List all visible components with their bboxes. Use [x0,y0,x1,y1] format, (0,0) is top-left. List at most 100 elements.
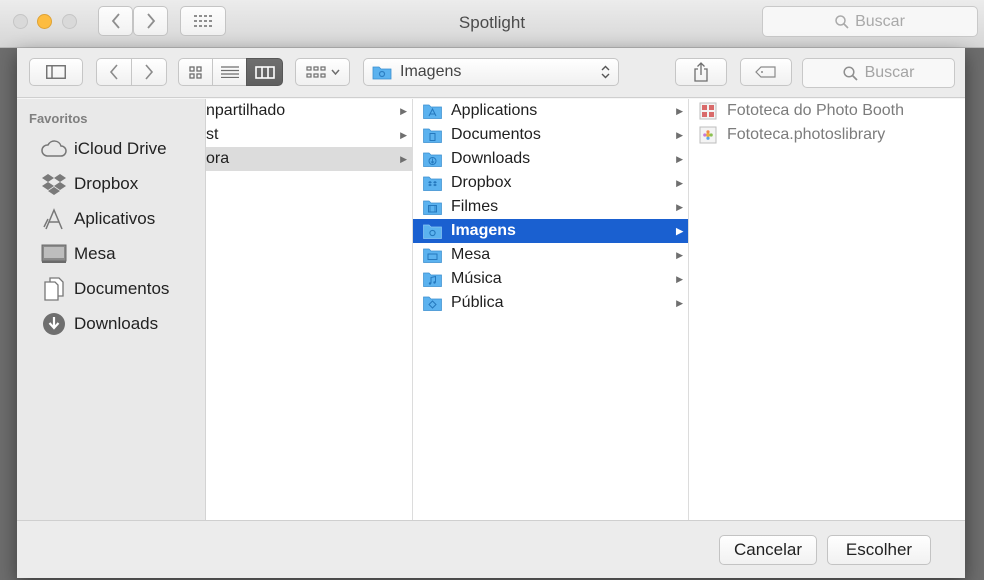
downloads-icon [41,311,67,337]
disclosure-arrow-icon: ▶ [676,201,683,212]
list-item-label: Fototeca do Photo Booth [727,102,905,119]
up-down-chevron-icon [601,65,610,79]
arrange-popup-button[interactable] [295,58,350,86]
open-panel-sheet: Imagens Buscar Favoritos iCloud Drive Dr… [17,48,965,578]
location-label: Imagens [400,63,462,80]
sidebar: Favoritos iCloud Drive Dropbox Aplicativ… [17,99,206,520]
toggle-sidebar-button[interactable] [29,58,83,86]
list-item-label: Documentos [451,126,541,143]
disclosure-arrow-icon: ▶ [676,129,683,140]
list-item-label: npartilhado [206,102,286,119]
documents-folder-icon [423,128,442,143]
view-columns-button[interactable] [246,58,283,86]
list-item[interactable]: Pública ▶ [413,291,688,315]
sidebar-item-mesa[interactable]: Mesa [17,239,205,269]
sidebar-item-label: Dropbox [74,174,139,193]
search-placeholder: Buscar [864,64,915,81]
dropbox-folder-icon [423,176,442,191]
arrange-icon [305,65,326,78]
tag-icon [755,66,776,78]
sidebar-item-label: Downloads [74,314,159,333]
chevron-left-icon [109,64,118,80]
window-titlebar: Spotlight Buscar [0,0,984,48]
sidebar-item-icloud-drive[interactable]: iCloud Drive [17,134,205,164]
downloads-folder-icon [423,152,442,167]
list-view-icon [220,66,239,78]
list-item[interactable]: Downloads ▶ [413,147,688,171]
desktop-folder-icon [423,248,442,263]
pictures-folder-icon [423,224,442,239]
sidebar-item-label: Aplicativos [74,209,156,228]
icon-view-icon [189,65,202,79]
panel-footer: Cancelar Escolher [17,520,965,578]
desktop-icon [41,241,67,267]
window-search-field[interactable]: Buscar [762,6,978,37]
cloud-icon [41,136,67,162]
view-icons-button[interactable] [178,58,213,86]
list-item[interactable]: st ▶ [206,123,412,147]
list-item-label: Dropbox [451,174,512,191]
sidebar-item-dropbox[interactable]: Dropbox [17,169,205,199]
music-folder-icon [423,272,442,287]
list-item[interactable]: Mesa ▶ [413,243,688,267]
applications-folder-icon [423,104,442,119]
browser-column-3[interactable]: Fototeca do Photo Booth Fototeca.photosl… [689,99,965,520]
public-folder-icon [423,296,442,311]
disclosure-arrow-icon: ▶ [676,273,683,284]
documents-icon [41,276,67,302]
list-item-label: Fototeca.photoslibrary [727,126,886,143]
browser-column-2[interactable]: Applications ▶ Documentos ▶ Downloads ▶ … [413,99,689,520]
panel-toolbar: Imagens Buscar [17,48,965,98]
window-search-placeholder: Buscar [855,12,905,30]
list-item-selected[interactable]: Imagens ▶ [413,219,688,243]
column-view-icon [254,65,275,79]
sidebar-item-label: Mesa [74,244,116,263]
disclosure-arrow-icon: ▶ [400,129,407,140]
photo-booth-library-icon [699,102,717,120]
share-icon [694,62,708,82]
disclosure-arrow-icon: ▶ [676,153,683,164]
choose-button[interactable]: Escolher [827,535,931,565]
tags-button[interactable] [740,58,792,86]
view-list-button[interactable] [212,58,247,86]
cancel-button[interactable]: Cancelar [719,535,817,565]
list-item-label: Applications [451,102,538,119]
sidebar-item-label: iCloud Drive [74,139,167,158]
sidebar-icon [46,65,66,79]
list-item[interactable]: Música ▶ [413,267,688,291]
sidebar-item-documentos[interactable]: Documentos [17,274,205,304]
list-item-label: Música [451,270,502,287]
disclosure-arrow-icon: ▶ [676,177,683,188]
list-item[interactable]: Applications ▶ [413,99,688,123]
sidebar-item-downloads[interactable]: Downloads [17,309,205,339]
list-item-label: st [206,126,219,143]
share-button[interactable] [675,58,727,86]
browser-column-1[interactable]: npartilhado ▶ st ▶ ora ▶ [206,99,413,520]
sidebar-item-aplicativos[interactable]: Aplicativos [17,204,205,234]
list-item-selected[interactable]: ora ▶ [206,147,412,171]
search-icon [835,14,849,29]
pictures-folder-icon [372,66,392,80]
disclosure-arrow-icon: ▶ [676,249,683,260]
photos-library-icon [699,126,717,144]
list-item-label: Downloads [451,150,531,167]
location-popup[interactable]: Imagens [363,58,619,86]
list-item[interactable]: Fototeca.photoslibrary [689,123,965,147]
sidebar-heading: Favoritos [29,111,88,126]
search-field[interactable]: Buscar [802,58,955,88]
list-item[interactable]: Filmes ▶ [413,195,688,219]
applications-icon [41,206,67,232]
list-item[interactable]: Documentos ▶ [413,123,688,147]
disclosure-arrow-icon: ▶ [400,153,407,164]
forward-button[interactable] [131,58,167,86]
back-button[interactable] [96,58,132,86]
dropbox-icon [41,171,67,197]
chevron-right-icon [145,64,154,80]
list-item-label: Mesa [451,246,491,263]
list-item[interactable]: Fototeca do Photo Booth [689,99,965,123]
list-item[interactable]: npartilhado ▶ [206,99,412,123]
list-item[interactable]: Dropbox ▶ [413,171,688,195]
disclosure-arrow-icon: ▶ [676,105,683,116]
list-item-label: Filmes [451,198,499,215]
disclosure-arrow-icon: ▶ [400,105,407,116]
